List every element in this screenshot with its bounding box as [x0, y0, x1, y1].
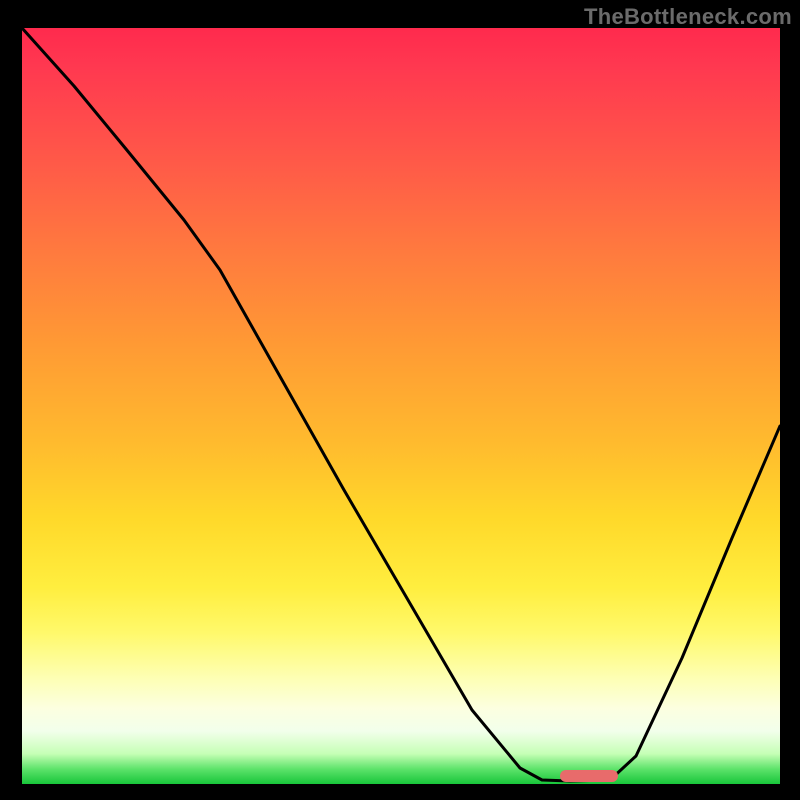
- chart-canvas: TheBottleneck.com: [0, 0, 800, 800]
- plot-area: [22, 28, 780, 784]
- curve-path: [22, 28, 780, 781]
- watermark-text: TheBottleneck.com: [584, 4, 792, 30]
- optimal-marker: [560, 770, 618, 782]
- bottleneck-curve: [22, 28, 780, 784]
